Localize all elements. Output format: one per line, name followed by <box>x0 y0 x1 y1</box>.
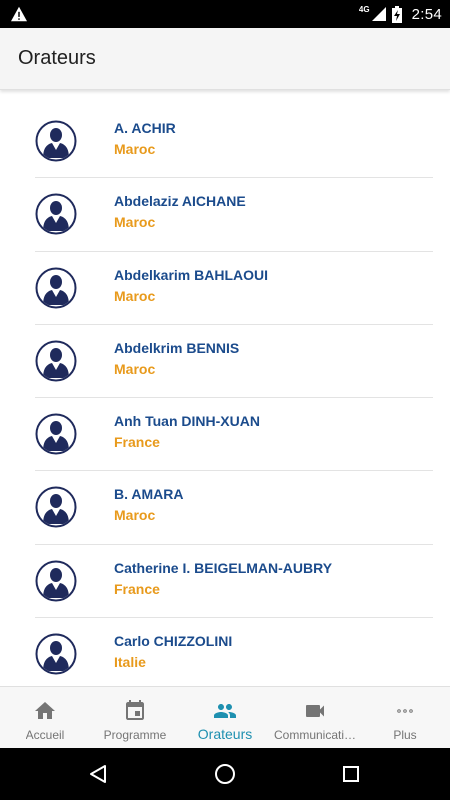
more-dots-icon <box>397 709 413 713</box>
status-time: 2:54 <box>411 5 442 23</box>
tab-communications[interactable]: Communicati… <box>270 687 360 748</box>
speaker-country: Maroc <box>114 214 156 231</box>
avatar-icon <box>35 486 77 528</box>
speaker-name: A. ACHIR <box>114 120 176 136</box>
tab-label: Orateurs <box>197 726 253 742</box>
avatar-icon <box>35 340 77 382</box>
bottom-navigation: Accueil Programme Orateurs Communicati… … <box>0 686 450 748</box>
list-item[interactable]: Abdelkrim BENNIS Maroc <box>35 325 433 399</box>
speaker-name: Abdelkrim BENNIS <box>114 339 240 356</box>
status-icons: 4G 2:54 <box>359 0 442 28</box>
recents-icon[interactable] <box>339 762 363 786</box>
avatar-icon <box>35 413 77 455</box>
avatar-icon <box>35 560 77 602</box>
status-bar: 4G 2:54 <box>0 0 450 28</box>
avatar-icon <box>35 633 77 675</box>
video-camera-icon <box>306 705 324 717</box>
warning-icon <box>11 6 27 22</box>
speaker-country: Maroc <box>114 507 156 524</box>
list-item[interactable]: Abdelkarim BAHLAOUI Maroc <box>35 252 433 325</box>
list-item[interactable]: B. AMARA Maroc <box>35 471 433 545</box>
home-circle-icon[interactable] <box>213 762 237 786</box>
avatar-icon <box>35 267 77 309</box>
tab-label: Communicati… <box>273 728 357 742</box>
speaker-name: Abdelaziz AICHANE <box>114 193 246 210</box>
tab-programme[interactable]: Programme <box>90 687 180 748</box>
tab-label: Plus <box>393 728 417 742</box>
speaker-list[interactable]: A. ACHIR Maroc Abdelaziz AICHANE Maroc A… <box>0 90 450 686</box>
list-item[interactable]: Anh Tuan DINH-XUAN France <box>35 398 433 472</box>
back-icon[interactable] <box>86 762 110 786</box>
signal-icon <box>371 7 386 21</box>
speaker-name: Catherine I. BEIGELMAN-AUBRY <box>114 559 333 576</box>
speaker-name: B. AMARA <box>114 486 184 503</box>
speaker-country: Maroc <box>114 141 156 157</box>
avatar-icon <box>35 120 77 162</box>
page-title: Orateurs <box>18 47 96 69</box>
battery-icon <box>391 5 402 23</box>
tab-accueil[interactable]: Accueil <box>0 687 90 748</box>
speaker-country: France <box>114 434 160 451</box>
speaker-country: Maroc <box>114 287 156 304</box>
list-item[interactable]: A. ACHIR Maroc <box>35 105 433 179</box>
list-item[interactable]: Abdelaziz AICHANE Maroc <box>35 178 433 252</box>
speaker-country: France <box>114 580 160 597</box>
speaker-country: Maroc <box>114 360 156 377</box>
tab-plus[interactable]: Plus <box>360 687 450 748</box>
network-type: 4G <box>358 4 370 14</box>
list-item[interactable]: Carlo CHIZZOLINI Italie <box>35 618 433 686</box>
system-navigation-bar <box>0 748 450 800</box>
tab-orateurs[interactable]: Orateurs <box>180 687 270 748</box>
home-icon <box>35 702 55 719</box>
app-bar: Orateurs <box>0 28 450 90</box>
speaker-name: Anh Tuan DINH-XUAN <box>114 413 260 430</box>
tab-label: Programme <box>103 728 167 742</box>
avatar-icon <box>35 193 77 235</box>
speaker-name: Carlo CHIZZOLINI <box>114 633 233 650</box>
speaker-name: Abdelkarim BAHLAOUI <box>114 266 269 283</box>
calendar-icon <box>126 700 144 720</box>
speaker-country: Italie <box>114 654 146 671</box>
tab-label: Accueil <box>25 728 65 742</box>
people-icon <box>214 704 236 718</box>
list-item[interactable]: Catherine I. BEIGELMAN-AUBRY France <box>35 545 433 619</box>
